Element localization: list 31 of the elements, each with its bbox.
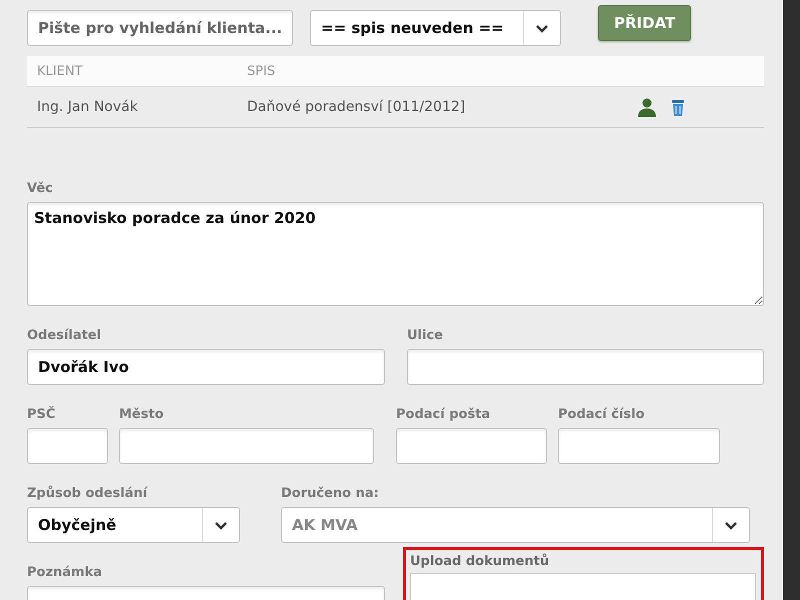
field-label: Věc: [27, 181, 54, 196]
add-button[interactable]: PŘIDAT: [598, 5, 692, 41]
table-cell-text: Ing. Jan Novák: [37, 99, 139, 115]
client-search-field[interactable]: Pište pro vyhledání klienta...: [27, 10, 293, 46]
field-label: Ulice: [407, 328, 444, 343]
field-label: PSČ: [27, 407, 56, 422]
select-field[interactable]: Obyčejně: [27, 507, 240, 543]
table-cell-text: Daňové poradensví [011/2012]: [247, 99, 466, 115]
trash-icon[interactable]: [671, 98, 685, 116]
field-label: Upload dokumentů: [410, 554, 550, 569]
field-label: Podací číslo: [558, 407, 646, 422]
column-header: SPIS: [247, 64, 276, 78]
textarea-field[interactable]: Stanovisko poradce za únor 2020: [27, 202, 764, 306]
field-label: Poznámka: [27, 565, 104, 580]
field-label: Doručeno na:: [281, 486, 380, 501]
chevron-down-icon: [535, 24, 549, 32]
chevron-down-icon: [214, 520, 228, 530]
chevron-down-icon: [724, 520, 738, 530]
field-label: Odesílatel: [27, 328, 102, 343]
field-label: Podací pošta: [396, 407, 492, 422]
file-select[interactable]: == spis neuveden ==: [310, 10, 561, 46]
input-field[interactable]: [558, 428, 720, 464]
input-field[interactable]: [407, 349, 764, 385]
person-icon[interactable]: [637, 97, 657, 117]
column-header: KLIENT: [37, 64, 84, 78]
field-label: Město: [119, 407, 165, 422]
input-field[interactable]: [27, 428, 108, 464]
input-field[interactable]: [396, 428, 547, 464]
field-label: Způsob odeslání: [27, 486, 149, 501]
input-field[interactable]: [119, 428, 374, 464]
input-field[interactable]: Dvořák Ivo: [27, 349, 385, 385]
